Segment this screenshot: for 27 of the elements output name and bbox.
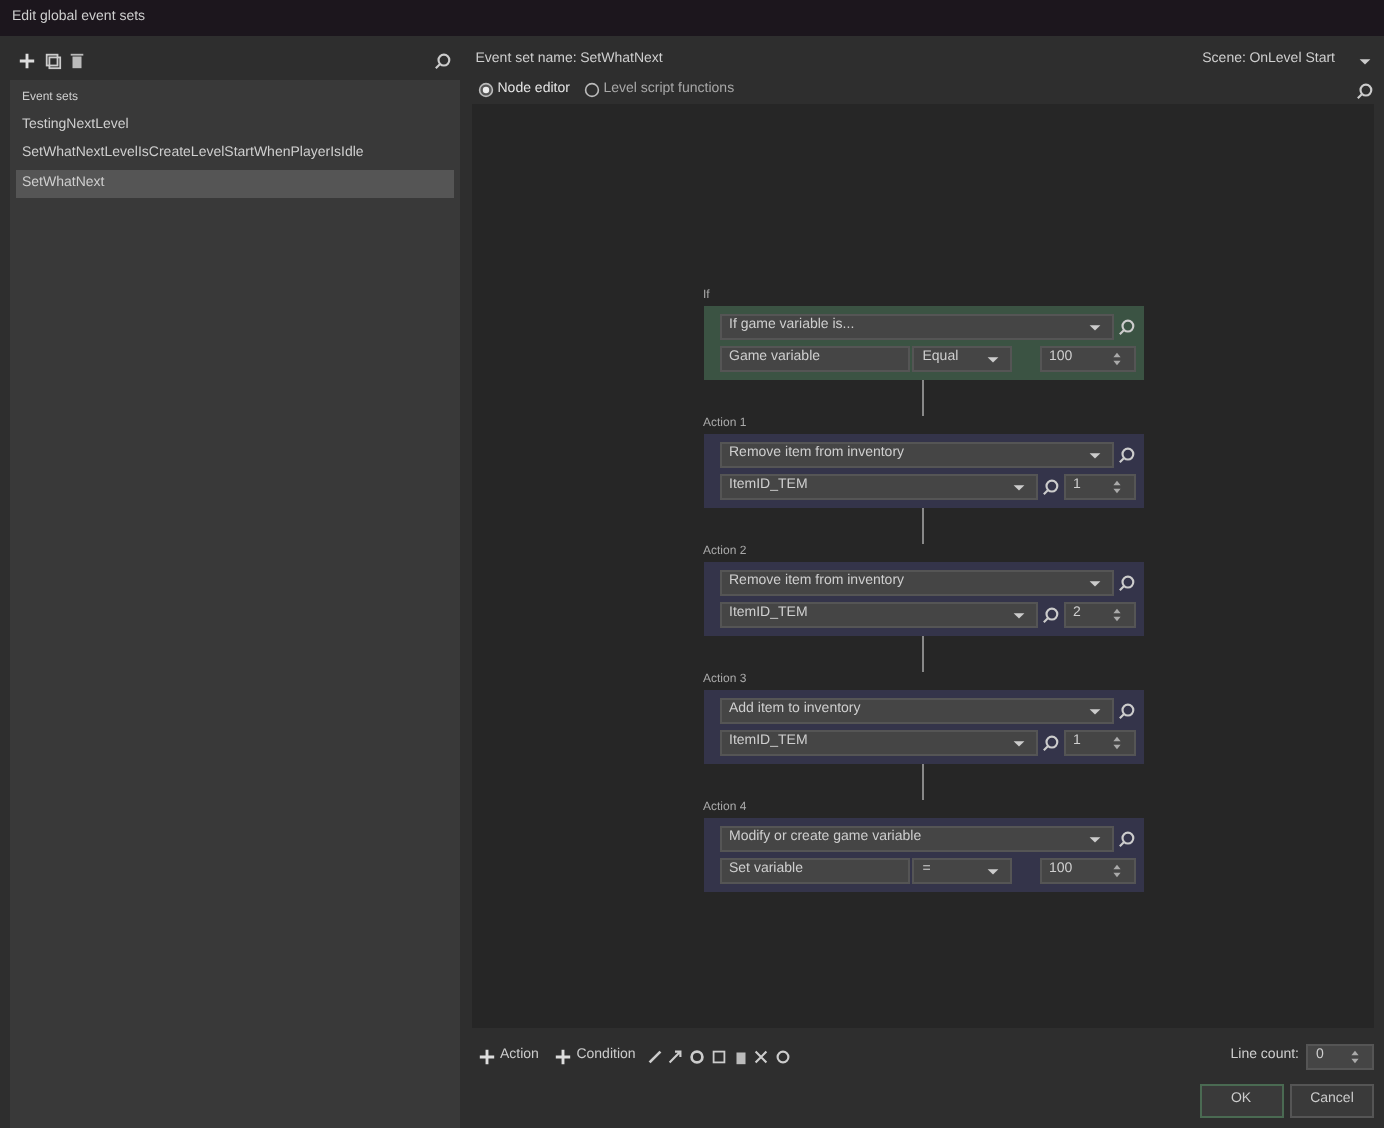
connector-line xyxy=(922,636,924,672)
search-icon[interactable] xyxy=(1041,478,1060,496)
radio-button[interactable] xyxy=(478,82,494,98)
search-icon[interactable] xyxy=(434,51,452,69)
connector-line xyxy=(922,508,924,544)
edit-icon[interactable] xyxy=(645,1047,664,1065)
add-icon[interactable] xyxy=(18,51,36,69)
connector-line xyxy=(922,380,924,416)
radio-button[interactable] xyxy=(583,82,600,98)
expand-icon[interactable] xyxy=(666,1047,685,1065)
add-icon xyxy=(554,1047,573,1065)
search-icon[interactable] xyxy=(1117,446,1135,464)
connector-line xyxy=(922,764,924,800)
search-icon[interactable] xyxy=(1117,318,1135,336)
search-icon[interactable] xyxy=(1041,606,1060,624)
copy-icon[interactable] xyxy=(43,51,61,69)
delete-icon[interactable] xyxy=(731,1047,750,1065)
close-icon[interactable] xyxy=(752,1047,771,1065)
add-icon xyxy=(478,1047,496,1065)
search-icon[interactable] xyxy=(1356,81,1374,99)
search-icon[interactable] xyxy=(1117,830,1135,848)
search-icon[interactable] xyxy=(1117,702,1135,720)
delete-icon[interactable] xyxy=(68,51,86,69)
search-icon[interactable] xyxy=(1117,574,1135,592)
save-icon[interactable] xyxy=(709,1047,728,1065)
spinner-icon[interactable] xyxy=(1346,1047,1364,1065)
search-icon[interactable] xyxy=(1041,734,1060,752)
